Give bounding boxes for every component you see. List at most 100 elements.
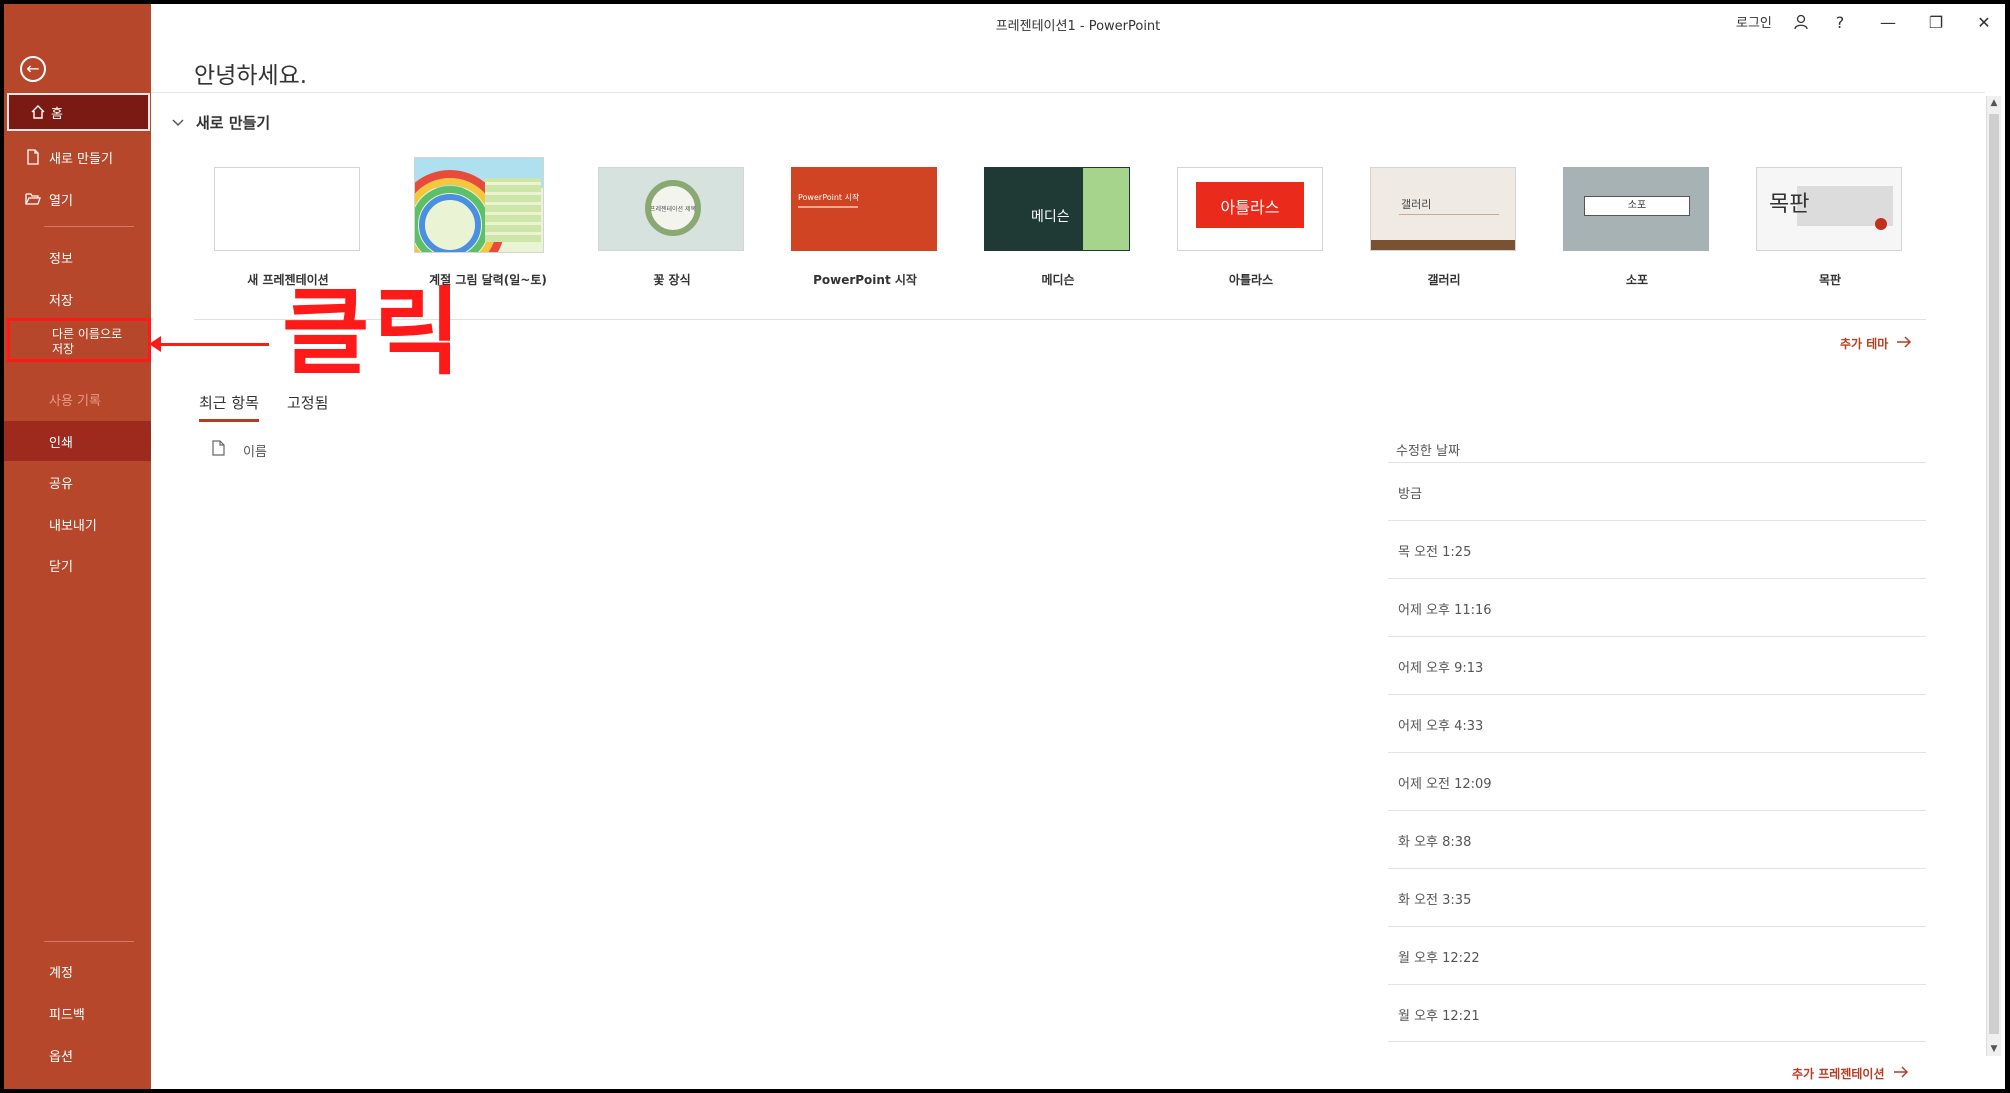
sidebar-item-label: 홈 <box>51 106 63 122</box>
scrollbar-thumb[interactable] <box>1989 114 1999 1034</box>
home-icon <box>29 103 47 121</box>
recent-row-date[interactable]: 화 오전 3:35 <box>1388 868 1926 926</box>
restore-icon[interactable]: ❐ <box>1922 10 1950 34</box>
template-flower-decor[interactable]: 프레젠테이션 제목 꽃 장식 <box>598 167 746 288</box>
annotation-arrow-line <box>154 343 269 346</box>
more-themes-link[interactable]: 추가 테마 <box>1840 335 1912 352</box>
more-presentations-label: 추가 프레젠테이션 <box>1792 1067 1885 1081</box>
template-thumbnail: 목판 <box>1756 167 1902 251</box>
backstage-sidebar: ← 홈 새로 만들기 열기 정보 저장 다른 이름으로 저장 사용 기록 인쇄 … <box>4 4 151 1089</box>
recent-row-date[interactable]: 어제 오전 12:09 <box>1388 752 1926 810</box>
recent-row-date[interactable]: 어제 오후 4:33 <box>1388 694 1926 752</box>
sidebar-item-label: 사용 기록 <box>49 393 101 409</box>
chevron-down-icon <box>172 116 184 130</box>
sidebar-item-label: 다른 이름으로 <box>52 327 123 341</box>
sidebar-item-save-as[interactable]: 다른 이름으로 저장 <box>7 318 151 362</box>
sidebar-item-label: 열기 <box>49 193 73 209</box>
minimize-icon[interactable]: — <box>1874 10 1902 34</box>
template-thumbnail: 소포 <box>1563 167 1709 251</box>
sidebar-item-label: 저장 <box>49 293 73 309</box>
sidebar-item-label: 저장 <box>52 342 75 356</box>
recent-row-date[interactable]: 어제 오후 11:16 <box>1388 578 1926 636</box>
sidebar-item-export[interactable]: 내보내기 <box>4 504 151 544</box>
recent-row-date[interactable]: 월 오후 12:21 <box>1388 984 1926 1042</box>
sidebar-divider <box>44 941 134 942</box>
scroll-up-icon[interactable]: ▲ <box>1987 96 2001 110</box>
sidebar-item-label: 내보내기 <box>49 518 97 534</box>
close-icon[interactable]: ✕ <box>1970 10 1998 34</box>
template-atlas[interactable]: 아틀라스 아틀라스 <box>1177 167 1325 288</box>
template-madison[interactable]: 메디슨 메디슨 <box>984 167 1132 288</box>
sidebar-item-label: 정보 <box>49 251 73 267</box>
sidebar-item-home[interactable]: 홈 <box>7 93 150 131</box>
sidebar-item-print[interactable]: 인쇄 <box>4 421 151 461</box>
template-caption: 아틀라스 <box>1228 273 1274 287</box>
arrow-right-icon <box>1896 336 1912 351</box>
open-folder-icon <box>24 190 42 208</box>
template-thumbnail: 프레젠테이션 제목 <box>598 167 744 251</box>
annotation-click-label: 클릭 <box>282 278 465 388</box>
template-season-calendar[interactable]: 계절 그림 달력(일~토) <box>414 157 562 288</box>
template-caption: 메디슨 <box>1041 273 1075 287</box>
recent-row-date[interactable]: 월 오후 12:22 <box>1388 926 1926 984</box>
vertical-scrollbar[interactable]: ▲ ▼ <box>1986 96 2001 1056</box>
column-header-name[interactable]: 이름 <box>212 440 267 460</box>
feedback-person-icon[interactable] <box>1787 10 1815 34</box>
sidebar-item-open[interactable]: 열기 <box>4 179 151 219</box>
template-caption: 소포 <box>1625 273 1649 287</box>
recent-row-date[interactable]: 어제 오후 9:13 <box>1388 636 1926 694</box>
tab-pinned[interactable]: 고정됨 <box>287 392 328 422</box>
more-themes-label: 추가 테마 <box>1840 337 1889 351</box>
back-arrow-icon[interactable]: ← <box>20 56 46 82</box>
template-caption: 목판 <box>1818 273 1842 287</box>
column-header-name-label: 이름 <box>243 444 267 460</box>
sidebar-item-save[interactable]: 저장 <box>4 279 151 319</box>
template-thumbnail: PowerPoint 시작 <box>791 167 937 251</box>
tab-recent[interactable]: 최근 항목 <box>199 392 259 422</box>
powerpoint-window: ← 홈 새로 만들기 열기 정보 저장 다른 이름으로 저장 사용 기록 인쇄 … <box>4 4 2005 1089</box>
sidebar-item-new[interactable]: 새로 만들기 <box>4 137 151 177</box>
new-section-title: 새로 만들기 <box>196 114 271 132</box>
sidebar-item-label: 계정 <box>49 965 73 981</box>
template-powerpoint-start[interactable]: PowerPoint 시작 PowerPoint 시작 <box>791 167 939 288</box>
sidebar-item-account[interactable]: 계정 <box>4 951 151 991</box>
template-thumbnail: 아틀라스 <box>1177 167 1323 251</box>
sidebar-item-options[interactable]: 옵션 <box>4 1035 151 1075</box>
template-thumbnail: 메디슨 <box>984 167 1130 251</box>
recent-tabs: 최근 항목 고정됨 <box>199 392 328 422</box>
new-document-icon <box>24 148 42 166</box>
sidebar-item-label: 피드백 <box>49 1007 85 1023</box>
recent-row-date[interactable]: 화 오후 8:38 <box>1388 810 1926 868</box>
greeting-heading: 안녕하세요. <box>194 63 308 89</box>
recent-row-date[interactable]: 목 오전 1:25 <box>1388 520 1926 578</box>
sidebar-item-share[interactable]: 공유 <box>4 462 151 502</box>
column-header-date[interactable]: 수정한 날짜 <box>1396 440 1460 459</box>
sidebar-item-label: 옵션 <box>49 1049 73 1065</box>
sidebar-item-info[interactable]: 정보 <box>4 237 151 277</box>
more-presentations-link[interactable]: 추가 프레젠테이션 <box>1792 1065 1909 1082</box>
sidebar-item-feedback[interactable]: 피드백 <box>4 993 151 1033</box>
header-divider <box>151 92 1985 93</box>
template-woodtype[interactable]: 목판 목판 <box>1756 167 1904 288</box>
template-thumbnail <box>214 167 360 251</box>
signin-link[interactable]: 로그인 <box>1736 12 1772 31</box>
file-icon <box>212 440 225 460</box>
new-section-header[interactable]: 새로 만들기 <box>172 112 270 133</box>
template-caption: PowerPoint 시작 <box>813 273 917 287</box>
template-thumbnail <box>414 157 544 253</box>
template-gallery[interactable]: 갤러리 갤러리 <box>1370 167 1518 288</box>
scroll-down-icon[interactable]: ▼ <box>1987 1042 2001 1056</box>
sidebar-item-close[interactable]: 닫기 <box>4 545 151 585</box>
sidebar-item-label: 닫기 <box>49 559 73 575</box>
sidebar-item-label: 공유 <box>49 476 73 492</box>
recent-row-date[interactable]: 방금 <box>1388 462 1926 520</box>
template-parcel[interactable]: 소포 소포 <box>1563 167 1711 288</box>
title-bar: 프레젠테이션1 - PowerPoint <box>151 4 2005 44</box>
window-title: 프레젠테이션1 - PowerPoint <box>995 19 1161 34</box>
sidebar-divider <box>44 226 134 227</box>
template-blank[interactable]: 새 프레젠테이션 <box>214 167 362 288</box>
template-caption: 꽃 장식 <box>653 273 691 287</box>
template-thumbnail: 갤러리 <box>1370 167 1516 251</box>
help-icon[interactable]: ? <box>1826 10 1854 34</box>
arrow-right-icon <box>1893 1066 1909 1081</box>
